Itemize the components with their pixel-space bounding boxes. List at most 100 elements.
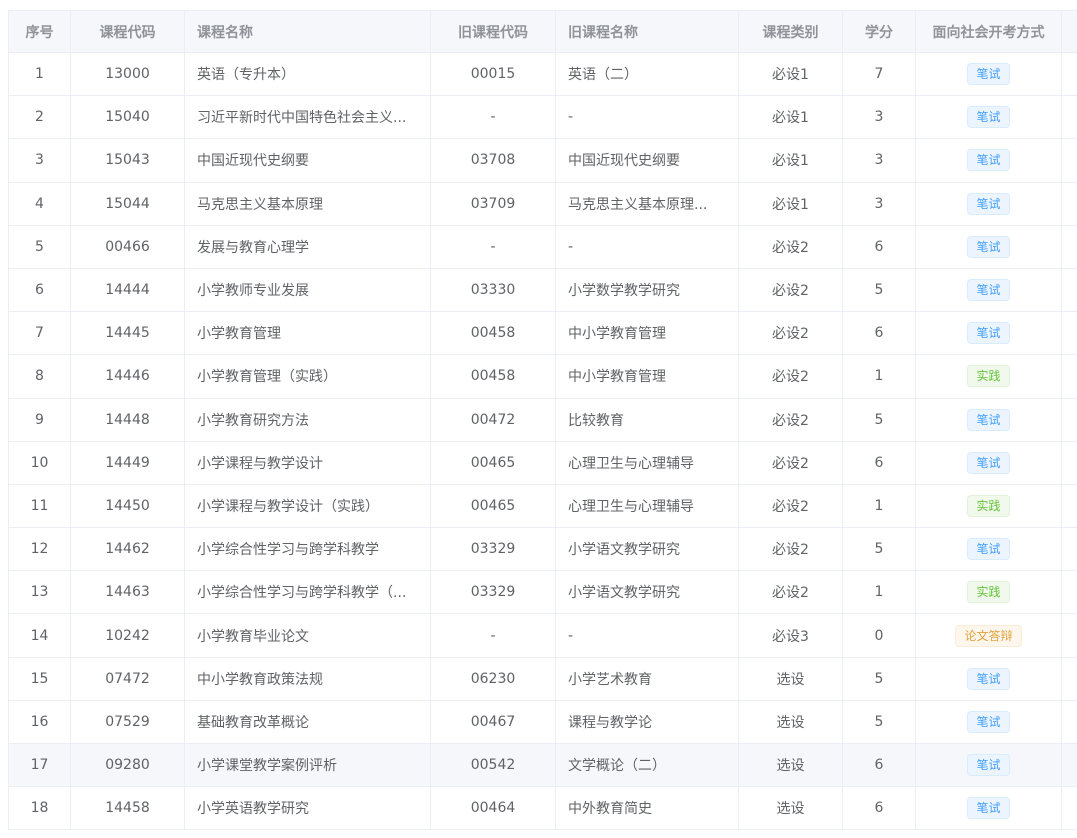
header-extra-column [1061,10,1077,53]
cell-exam-method: 笔试 [915,51,1062,97]
cell-course-name: 中国近现代史纲要 [184,138,431,183]
cell-old-course-code: 03330 [430,267,556,313]
cell-course-category: 必设3 [738,613,843,658]
table-row[interactable]: 12 14462 小学综合性学习与跨学科教学 03329 小学语文教学研究 必设2 5 笔试 [8,527,1077,572]
cell-credit: 3 [842,138,916,183]
cell-credit: 6 [842,311,916,356]
header-old-course-name: 旧课程名称 [555,10,739,53]
table-row[interactable]: 1 13000 英语（专升本） 00015 英语（二） 必设1 7 笔试 [8,51,1077,97]
cell-course-code: 07529 [70,699,185,745]
cell-old-course-name: 中小学教育管理 [555,354,739,399]
cell-old-course-code: 00465 [430,483,556,529]
table-body: 1 13000 英语（专升本） 00015 英语（二） 必设1 7 笔试 2 15040 习近平新时… [8,51,1077,831]
table-row[interactable]: 8 14446 小学教育管理（实践） 00458 中小学教育管理 必设2 1 实践 [8,354,1077,399]
cell-credit: 6 [842,440,916,485]
cell-course-name: 小学教育研究方法 [184,397,431,442]
cell-extra [1061,354,1077,399]
table-row[interactable]: 13 14463 小学综合性学习与跨学科教学（... 03329 小学语文教学研究 必设2… [8,570,1077,615]
exam-method-tag: 笔试 [967,192,1010,215]
table-row[interactable]: 7 14445 小学教育管理 00458 中小学教育管理 必设2 6 笔试 [8,311,1077,356]
table-row[interactable]: 4 15044 马克思主义基本原理 03709 马克思主义基本原理... 必设1 3 笔试 [8,181,1077,226]
cell-exam-method: 笔试 [915,527,1062,572]
cell-credit: 5 [842,656,916,701]
exam-method-tag: 笔试 [967,106,1010,129]
cell-extra [1061,224,1077,269]
cell-index: 11 [8,483,71,529]
table-row[interactable]: 16 07529 基础教育改革概论 00467 课程与教学论 选设 5 笔试 [8,699,1077,745]
cell-exam-method: 笔试 [915,786,1062,831]
cell-old-course-code: - [430,95,556,140]
cell-extra [1061,397,1077,442]
table-row[interactable]: 5 00466 发展与教育心理学 - - 必设2 6 笔试 [8,224,1077,269]
cell-extra [1061,699,1077,745]
header-old-course-code: 旧课程代码 [430,10,556,53]
cell-course-category: 必设2 [738,440,843,485]
cell-course-category: 必设2 [738,267,843,313]
cell-extra [1061,440,1077,485]
cell-old-course-code: 00542 [430,742,556,788]
cell-course-code: 14450 [70,483,185,529]
table-row[interactable]: 17 09280 小学课堂教学案例评析 00542 文学概论（二） 选设 6 笔试 [8,742,1077,788]
cell-index: 17 [8,742,71,788]
cell-old-course-code: 00458 [430,311,556,356]
cell-extra [1061,527,1077,572]
table-header-row: 序号 课程代码 课程名称 旧课程代码 旧课程名称 课程类别 学分 面向社会开考方… [8,10,1077,53]
cell-old-course-code: 03329 [430,527,556,572]
cell-course-code: 15044 [70,181,185,226]
cell-index: 3 [8,138,71,183]
table-row[interactable]: 14 10242 小学教育毕业论文 - - 必设3 0 论文答辩 [8,613,1077,658]
header-course-category: 课程类别 [738,10,843,53]
cell-course-code: 14445 [70,311,185,356]
header-index: 序号 [8,10,71,53]
cell-extra [1061,267,1077,313]
table-row[interactable]: 10 14449 小学课程与教学设计 00465 心理卫生与心理辅导 必设2 6 笔试 [8,440,1077,485]
cell-course-category: 必设1 [738,51,843,97]
cell-exam-method: 实践 [915,570,1062,615]
cell-course-category: 必设2 [738,527,843,572]
table-row[interactable]: 6 14444 小学教师专业发展 03330 小学数学教学研究 必设2 5 笔试 [8,267,1077,313]
cell-extra [1061,51,1077,97]
table-row[interactable]: 9 14448 小学教育研究方法 00472 比较教育 必设2 5 笔试 [8,397,1077,442]
cell-course-code: 07472 [70,656,185,701]
cell-course-category: 选设 [738,699,843,745]
exam-method-tag: 笔试 [967,322,1010,345]
table-row[interactable]: 18 14458 小学英语教学研究 00464 中外教育简史 选设 6 笔试 [8,786,1077,831]
cell-course-category: 选设 [738,742,843,788]
table-row[interactable]: 11 14450 小学课程与教学设计（实践） 00465 心理卫生与心理辅导 必设2 1 实践 [8,483,1077,529]
cell-old-course-code: 00467 [430,699,556,745]
cell-course-code: 15040 [70,95,185,140]
cell-course-code: 14449 [70,440,185,485]
cell-extra [1061,613,1077,658]
cell-course-category: 必设1 [738,138,843,183]
exam-method-tag: 笔试 [967,451,1010,474]
cell-index: 9 [8,397,71,442]
cell-old-course-name: 小学语文教学研究 [555,570,739,615]
cell-exam-method: 笔试 [915,656,1062,701]
table-row[interactable]: 2 15040 习近平新时代中国特色社会主义... - - 必设1 3 笔试 [8,95,1077,140]
cell-index: 13 [8,570,71,615]
cell-course-category: 必设2 [738,224,843,269]
cell-old-course-name: 小学语文教学研究 [555,527,739,572]
cell-course-category: 必设1 [738,95,843,140]
cell-exam-method: 笔试 [915,138,1062,183]
cell-course-code: 10242 [70,613,185,658]
cell-course-code: 14462 [70,527,185,572]
cell-exam-method: 论文答辩 [915,613,1062,658]
cell-course-category: 必设2 [738,483,843,529]
cell-exam-method: 笔试 [915,742,1062,788]
cell-course-code: 14463 [70,570,185,615]
cell-course-code: 14446 [70,354,185,399]
exam-method-tag: 笔试 [967,279,1010,302]
table-row[interactable]: 15 07472 中小学教育政策法规 06230 小学艺术教育 选设 5 笔试 [8,656,1077,701]
exam-method-tag: 论文答辩 [955,624,1022,647]
exam-method-tag: 实践 [967,581,1010,604]
cell-index: 14 [8,613,71,658]
cell-index: 18 [8,786,71,831]
table-row[interactable]: 3 15043 中国近现代史纲要 03708 中国近现代史纲要 必设1 3 笔试 [8,138,1077,183]
cell-credit: 3 [842,95,916,140]
cell-old-course-name: - [555,613,739,658]
cell-course-name: 马克思主义基本原理 [184,181,431,226]
cell-index: 6 [8,267,71,313]
header-credit: 学分 [842,10,916,53]
cell-course-name: 习近平新时代中国特色社会主义... [184,95,431,140]
